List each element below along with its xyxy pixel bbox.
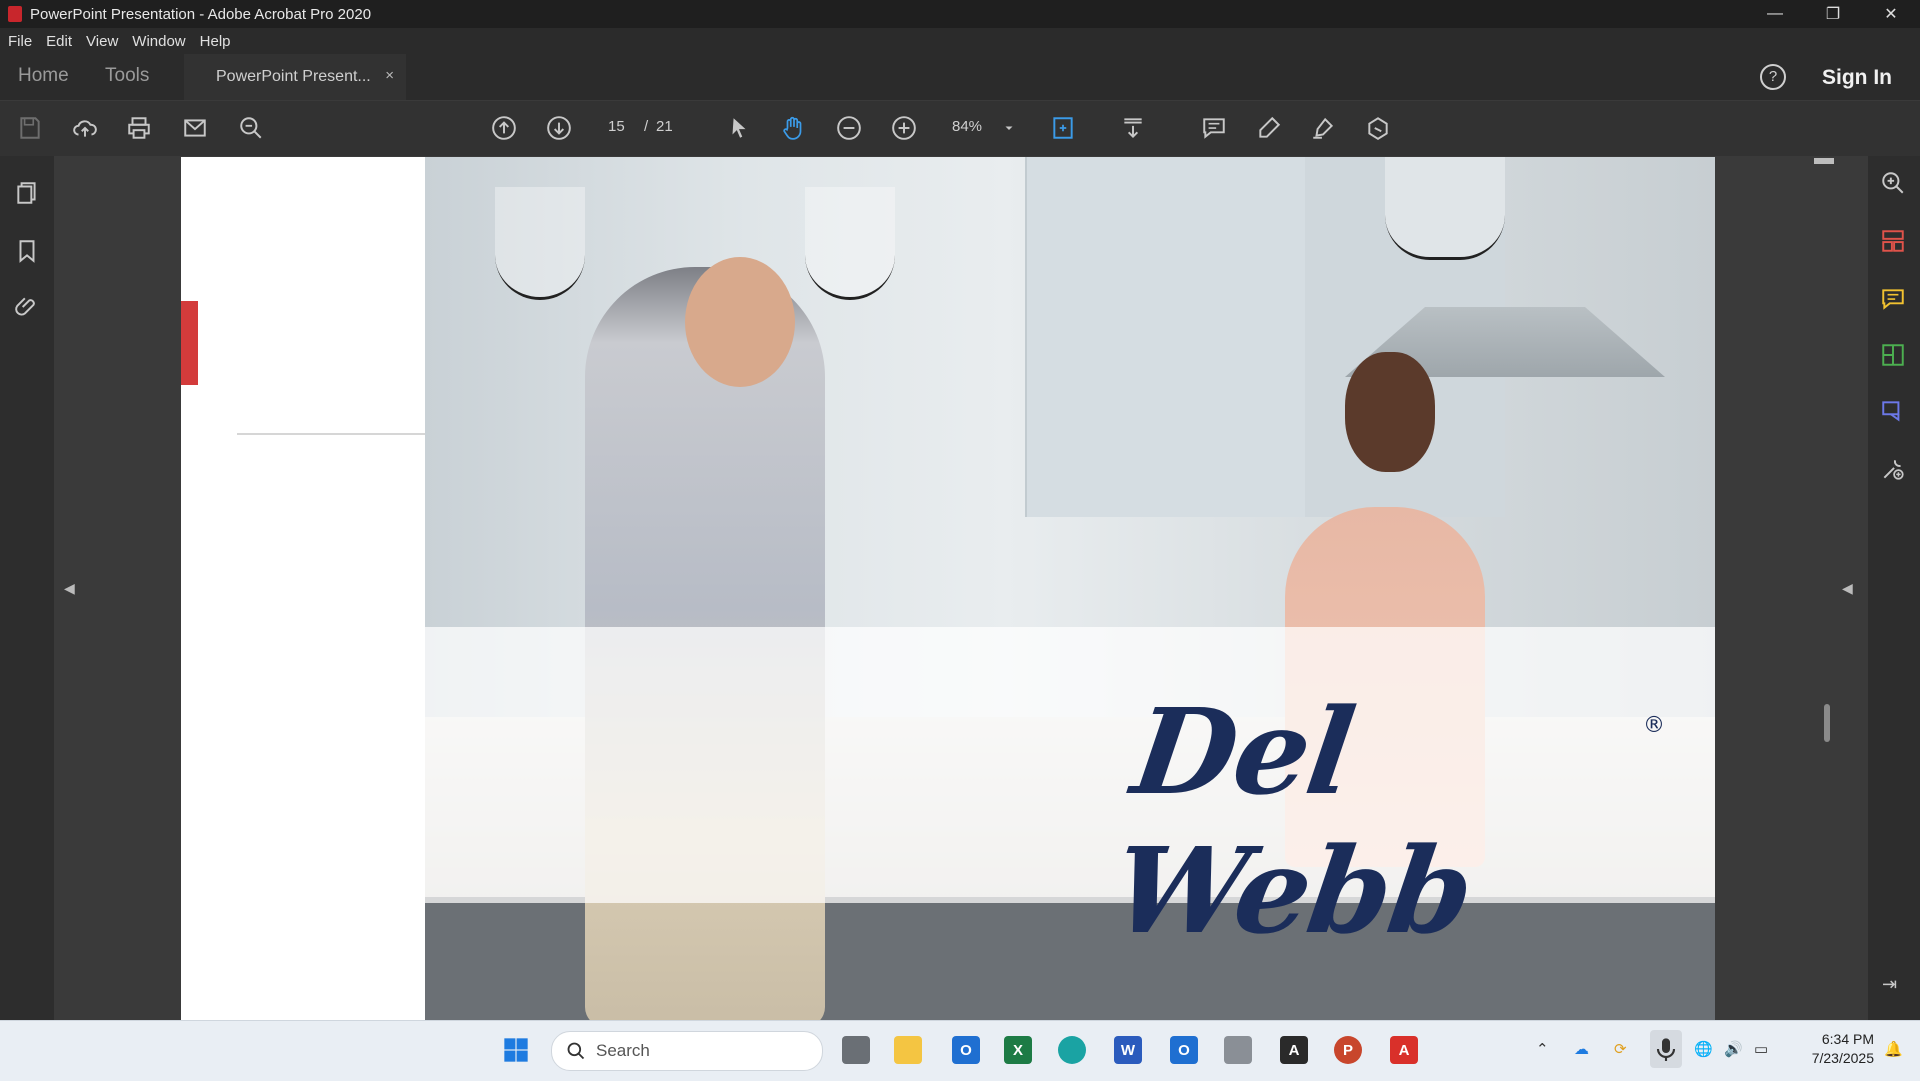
outlook-new-icon[interactable]: O	[1170, 1036, 1198, 1064]
sign-in-button[interactable]: Sign In	[1822, 66, 1892, 90]
system-clock[interactable]: 6:34 PM 7/23/2025	[1794, 1030, 1874, 1068]
zoom-in-icon[interactable]	[891, 115, 917, 141]
file-explorer-icon[interactable]	[894, 1036, 922, 1064]
attachment-icon[interactable]	[14, 294, 40, 325]
clock-time: 6:34 PM	[1821, 1031, 1874, 1047]
collapse-right-panel-icon[interactable]: ◀	[1842, 580, 1853, 597]
highlight-pen-icon[interactable]	[1256, 115, 1282, 141]
battery-icon[interactable]: ▭	[1754, 1040, 1768, 1058]
task-view-icon[interactable]	[842, 1036, 870, 1064]
kitchen-photo: Del Webb ®	[425, 157, 1715, 1020]
restore-button[interactable]: ❐	[1804, 0, 1862, 28]
tab-home[interactable]: Home	[18, 65, 69, 87]
expand-panel-icon[interactable]: ⇥	[1882, 974, 1897, 995]
send-review-icon[interactable]	[1880, 398, 1906, 429]
slide-page: Del Webb ®	[181, 157, 1715, 1020]
window-title: PowerPoint Presentation - Adobe Acrobat …	[30, 5, 372, 23]
organize-pages-icon[interactable]	[1880, 228, 1906, 259]
search-text-icon[interactable]	[238, 115, 264, 141]
search-placeholder: Search	[596, 1041, 650, 1060]
close-tab-icon[interactable]: ×	[385, 67, 394, 84]
upload-cloud-icon[interactable]	[72, 115, 98, 141]
acrobat-reader-icon[interactable]: A	[1280, 1036, 1308, 1064]
hand-tool-icon[interactable]	[781, 115, 807, 141]
menu-window[interactable]: Window	[132, 33, 185, 50]
more-tools-icon[interactable]	[1880, 456, 1906, 487]
windows-start-icon[interactable]	[502, 1036, 530, 1069]
pendant-lamp	[805, 187, 895, 300]
registered-mark: ®	[1643, 713, 1665, 738]
save-icon[interactable]	[17, 115, 43, 141]
tab-bar: Home Tools PowerPoint Present... × ? Sig…	[0, 54, 1920, 101]
del-webb-logo: Del Webb	[1105, 682, 1480, 960]
help-icon[interactable]: ?	[1760, 64, 1786, 90]
search-icon	[567, 1042, 585, 1060]
close-window-button[interactable]: ✕	[1862, 0, 1920, 28]
print-icon[interactable]	[126, 115, 152, 141]
onedrive-icon[interactable]: ☁	[1574, 1040, 1589, 1058]
bookmark-icon[interactable]	[14, 238, 40, 269]
zoom-search-icon[interactable]	[1880, 170, 1906, 201]
fill-sign-icon[interactable]	[1365, 115, 1391, 141]
page-thumbnails-icon[interactable]	[14, 180, 40, 211]
notifications-icon[interactable]: 🔔	[1884, 1040, 1903, 1058]
zoom-out-icon[interactable]	[836, 115, 862, 141]
export-pdf-icon[interactable]	[1880, 342, 1906, 373]
menu-edit[interactable]: Edit	[46, 33, 72, 50]
pendant-lamp	[1385, 157, 1505, 260]
acrobat-app-icon	[8, 6, 22, 22]
divider-line	[237, 433, 425, 435]
current-page-field[interactable]: 15	[608, 118, 625, 135]
title-bar: PowerPoint Presentation - Adobe Acrobat …	[0, 0, 1920, 28]
total-pages: 21	[656, 118, 673, 135]
left-navigation-rail	[0, 156, 54, 1020]
microphone-icon[interactable]	[1650, 1030, 1682, 1068]
menu-bar: File Edit View Window Help	[0, 28, 1920, 54]
right-tools-rail: ⇥	[1868, 156, 1920, 1020]
email-icon[interactable]	[182, 115, 208, 141]
taskbar-search-box[interactable]: Search	[551, 1031, 823, 1071]
slide-left-panel	[181, 157, 425, 1020]
menu-file[interactable]: File	[8, 33, 32, 50]
notepad-icon[interactable]	[1224, 1036, 1252, 1064]
scrollbar-thumb[interactable]	[1824, 704, 1830, 742]
clock-date: 7/23/2025	[1811, 1050, 1874, 1066]
powerpoint-icon[interactable]: P	[1334, 1036, 1362, 1064]
excel-icon[interactable]: X	[1004, 1036, 1032, 1064]
acrobat-pro-icon[interactable]: A	[1390, 1036, 1418, 1064]
red-accent-bar	[181, 301, 198, 385]
select-pointer-icon[interactable]	[726, 115, 752, 141]
page-view-icon[interactable]	[1050, 115, 1076, 141]
document-tab-label: PowerPoint Present...	[216, 68, 371, 85]
tab-document[interactable]: PowerPoint Present... ×	[184, 54, 406, 100]
comment-icon[interactable]	[1201, 115, 1227, 141]
tab-tools[interactable]: Tools	[105, 65, 149, 87]
zoom-dropdown-chevron-icon[interactable]	[1002, 115, 1016, 141]
scrollbar-top[interactable]	[1814, 158, 1834, 164]
edge-browser-icon[interactable]	[1058, 1036, 1086, 1064]
pendant-lamp	[495, 187, 585, 300]
volume-icon[interactable]: 🔊	[1724, 1040, 1743, 1058]
comment-tool-icon[interactable]	[1880, 286, 1906, 317]
show-hidden-icons-chevron-icon[interactable]: ⌃	[1536, 1040, 1549, 1058]
previous-page-icon[interactable]	[491, 115, 517, 141]
next-page-icon[interactable]	[546, 115, 572, 141]
menu-help[interactable]: Help	[200, 33, 231, 50]
scroll-mode-icon[interactable]	[1120, 115, 1146, 141]
minimize-button[interactable]: —	[1746, 0, 1804, 28]
zoom-level-field[interactable]: 84%	[952, 118, 982, 135]
collapse-left-panel-icon[interactable]: ◀	[64, 580, 75, 597]
page-separator: /	[644, 118, 649, 135]
word-icon[interactable]: W	[1114, 1036, 1142, 1064]
sync-icon[interactable]: ⟳	[1614, 1040, 1627, 1058]
man-head	[685, 257, 795, 387]
network-icon[interactable]: 🌐	[1694, 1040, 1713, 1058]
sign-pen-icon[interactable]	[1310, 115, 1336, 141]
outlook-icon[interactable]: O	[952, 1036, 980, 1064]
woman-head	[1345, 352, 1435, 472]
menu-view[interactable]: View	[86, 33, 118, 50]
